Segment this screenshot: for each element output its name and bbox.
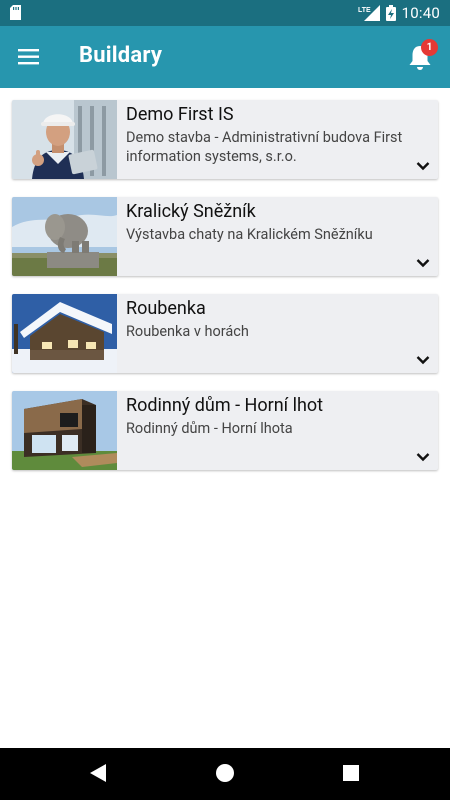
project-name: Rodinný dům - Horní lhot (126, 395, 324, 416)
log-cabin-photo (12, 294, 117, 373)
battery-charging-icon (385, 5, 396, 21)
project-name: Demo First IS (126, 104, 234, 125)
home-icon[interactable] (214, 762, 236, 784)
project-description: Roubenka v horách (126, 323, 249, 340)
menu-icon[interactable] (16, 44, 42, 70)
sd-card-icon (10, 5, 21, 20)
project-name: Kralický Sněžník (126, 201, 256, 222)
project-name: Roubenka (126, 298, 206, 319)
engineer-photo (12, 100, 117, 179)
clock: 10:40 (401, 4, 440, 22)
project-card[interactable]: Kralický Sněžník Výstavba chaty na Krali… (12, 197, 438, 276)
notification-badge: 1 (421, 39, 438, 56)
app-bar: Buildary 1 (0, 26, 450, 88)
back-icon[interactable] (88, 762, 108, 784)
chevron-down-icon[interactable] (416, 452, 430, 462)
project-list: Demo First IS Demo stavba - Administrati… (12, 100, 438, 488)
chevron-down-icon[interactable] (416, 355, 430, 365)
network-type-label: LTE (358, 7, 371, 14)
notifications-button[interactable]: 1 (404, 39, 438, 74)
elephant-statue-photo (12, 197, 117, 276)
recent-apps-icon[interactable] (342, 762, 360, 784)
project-card[interactable]: Roubenka Roubenka v horách (12, 294, 438, 373)
project-description: Demo stavba - Administrativní budova Fir… (126, 129, 403, 165)
modern-house-photo (12, 391, 117, 470)
project-card[interactable]: Demo First IS Demo stavba - Administrati… (12, 100, 438, 179)
project-description: Rodinný dům - Horní lhota (126, 420, 293, 437)
project-description: Výstavba chaty na Kralickém Sněžníku (126, 226, 373, 243)
chevron-down-icon[interactable] (416, 161, 430, 171)
app-title: Buildary (79, 43, 163, 68)
lte-signal-icon: LTE (358, 5, 380, 21)
project-card[interactable]: Rodinný dům - Horní lhot Rodinný dům - H… (12, 391, 438, 470)
chevron-down-icon[interactable] (416, 258, 430, 268)
status-bar: LTE 10:40 (0, 0, 450, 26)
navigation-bar (0, 748, 450, 800)
